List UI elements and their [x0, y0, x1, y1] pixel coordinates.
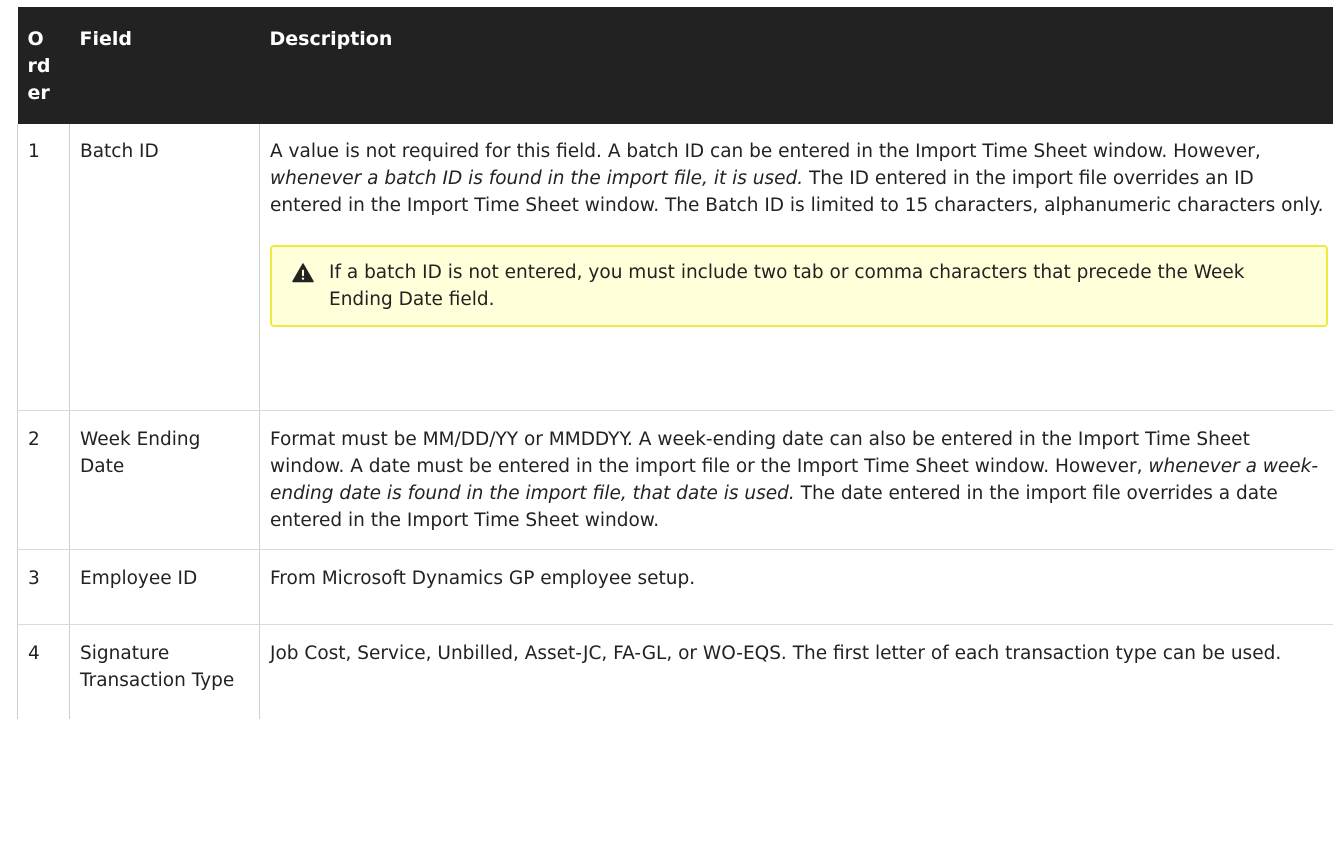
warning-note: If a batch ID is not entered, you must i… [270, 245, 1328, 327]
warning-note-text: If a batch ID is not entered, you must i… [329, 262, 1245, 310]
description-text: A value is not required for this field. … [270, 138, 1330, 219]
order-header-line: rd [27, 55, 51, 77]
table-row: 4 Signature Transaction Type Job Cost, S… [17, 624, 1333, 719]
field-cell: Signature Transaction Type [69, 624, 260, 719]
description-cell: A value is not required for this field. … [259, 124, 1333, 411]
description-column-header: Description [259, 7, 1333, 124]
field-description-table: O rd er Field Description 1 Batch ID A v… [17, 7, 1333, 719]
field-cell: Batch ID [69, 124, 260, 411]
table-header-row: O rd er Field Description [17, 7, 1333, 124]
order-cell: 4 [17, 624, 70, 719]
field-column-header: Field [69, 7, 260, 124]
warning-icon [292, 263, 314, 283]
order-column-header: O rd er [17, 7, 70, 124]
order-cell: 1 [17, 124, 70, 411]
order-header-line: er [27, 82, 50, 104]
description-cell: From Microsoft Dynamics GP employee setu… [259, 549, 1333, 625]
table-row: 1 Batch ID A value is not required for t… [17, 124, 1333, 411]
order-cell: 2 [17, 410, 70, 550]
order-header-line: O [27, 28, 44, 50]
description-emphasis: whenever a batch ID is found in the impo… [270, 168, 804, 189]
description-part: A value is not required for this field. … [270, 141, 1261, 162]
description-cell: Job Cost, Service, Unbilled, Asset-JC, F… [259, 624, 1333, 719]
order-cell: 3 [17, 549, 70, 625]
table-row: 3 Employee ID From Microsoft Dynamics GP… [17, 549, 1333, 625]
description-text: Format must be MM/DD/YY or MMDDYY. A wee… [270, 426, 1330, 534]
field-cell: Week Ending Date [69, 410, 260, 550]
table-row: 2 Week Ending Date Format must be MM/DD/… [17, 410, 1333, 550]
description-part: Format must be MM/DD/YY or MMDDYY. A wee… [270, 428, 1250, 477]
field-cell: Employee ID [69, 549, 260, 625]
description-cell: Format must be MM/DD/YY or MMDDYY. A wee… [259, 410, 1333, 550]
